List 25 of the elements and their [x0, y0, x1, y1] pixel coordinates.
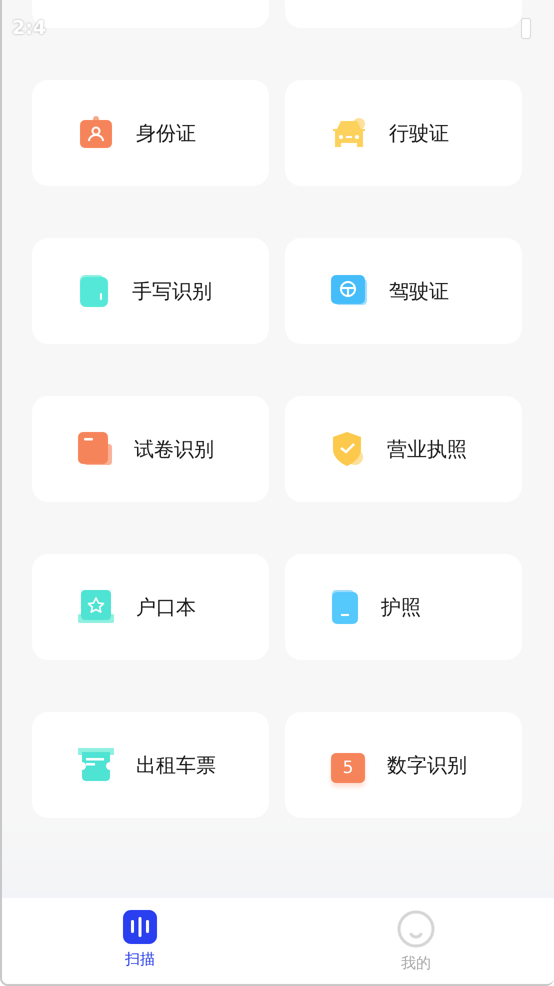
document-type-card[interactable]: 营业执照 [285, 396, 522, 502]
ticket-icon [78, 748, 114, 782]
tab[interactable]: 扫描 [2, 898, 278, 984]
document-type-card[interactable]: 驾驶证 [285, 238, 522, 344]
battery-icon [520, 16, 532, 40]
passport-icon [331, 589, 359, 625]
document-type-card[interactable]: 行驶证 [285, 80, 522, 186]
document-type-card[interactable]: 5 数字识别 [285, 712, 522, 818]
shield-check-icon [331, 431, 365, 467]
smiley-icon [397, 910, 435, 948]
document-type-card[interactable]: 身份证 [32, 80, 269, 186]
status-time: 2:4 [12, 17, 46, 39]
sound-wave-icon [123, 910, 157, 944]
folder-icon [78, 273, 110, 309]
star-card-icon [78, 590, 114, 624]
car-icon [331, 117, 367, 149]
number-badge-icon: 5 [331, 753, 365, 783]
document-type-card[interactable]: 户口本 [32, 554, 269, 660]
document-type-card[interactable]: 试卷识别 [32, 396, 269, 502]
document-type-card[interactable]: 护照 [285, 554, 522, 660]
steering-wheel-icon [331, 275, 367, 307]
id-badge-icon [78, 116, 114, 150]
document-type-card[interactable]: 出租车票 [32, 712, 269, 818]
document-icon [78, 432, 112, 466]
document-type-card[interactable]: 手写识别 [32, 238, 269, 344]
